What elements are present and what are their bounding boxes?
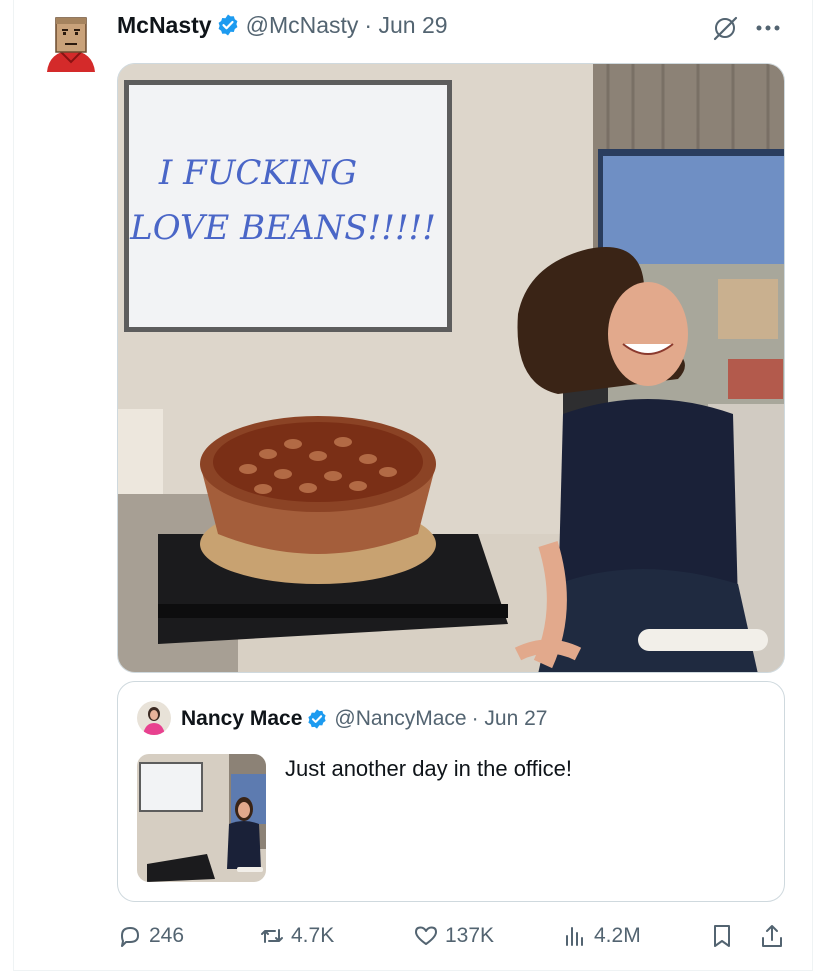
quoted-author-name[interactable]: Nancy Mace — [181, 707, 302, 731]
quoted-post-image[interactable] — [137, 754, 266, 882]
verified-badge-icon — [216, 13, 240, 37]
grok-icon[interactable] — [711, 14, 739, 42]
like-icon — [415, 926, 437, 945]
like-button[interactable]: 137K — [413, 918, 494, 954]
share-button[interactable] — [759, 918, 785, 954]
views-count: 4.2M — [594, 924, 641, 947]
bookmark-icon — [714, 925, 730, 947]
reply-count: 246 — [149, 924, 185, 947]
repost-button[interactable]: 4.7K — [259, 918, 334, 954]
more-icon[interactable] — [753, 14, 783, 42]
quoted-post-text: Just another day in the office! — [285, 756, 572, 781]
author-name[interactable]: McNasty — [117, 12, 212, 39]
like-count: 137K — [445, 924, 495, 947]
post-date[interactable]: · Jun 29 — [364, 12, 447, 39]
share-icon — [762, 925, 782, 947]
views-button[interactable]: 4.2M — [562, 918, 641, 954]
author-avatar[interactable] — [43, 12, 99, 74]
bookmark-button[interactable] — [709, 918, 735, 954]
reply-icon — [121, 927, 139, 947]
reply-button[interactable]: 246 — [117, 918, 184, 954]
whiteboard-line-1: I FUCKING — [158, 153, 357, 193]
repost-icon — [261, 929, 283, 943]
quoted-post[interactable]: Nancy Mace @NancyMace · Jun 27 Just anot… — [117, 681, 785, 902]
action-bar: 246 4.7K 137K 4.2M — [117, 918, 787, 954]
quoted-post-header: Nancy Mace @NancyMace · Jun 27 — [181, 704, 548, 734]
repost-count: 4.7K — [291, 924, 335, 947]
quoted-post-date[interactable]: · Jun 27 — [472, 707, 548, 731]
verified-badge-icon — [306, 708, 328, 730]
views-icon — [566, 927, 583, 946]
author-handle[interactable]: @McNasty — [246, 12, 359, 39]
post-image[interactable]: I FUCKING LOVE BEANS!!!!! — [117, 63, 785, 673]
post-header: McNasty @McNasty · Jun 29 — [117, 8, 448, 42]
quoted-author-avatar[interactable] — [137, 701, 171, 735]
quoted-author-handle[interactable]: @NancyMace — [334, 707, 466, 731]
whiteboard-line-2: LOVE BEANS!!!!! — [129, 208, 436, 248]
